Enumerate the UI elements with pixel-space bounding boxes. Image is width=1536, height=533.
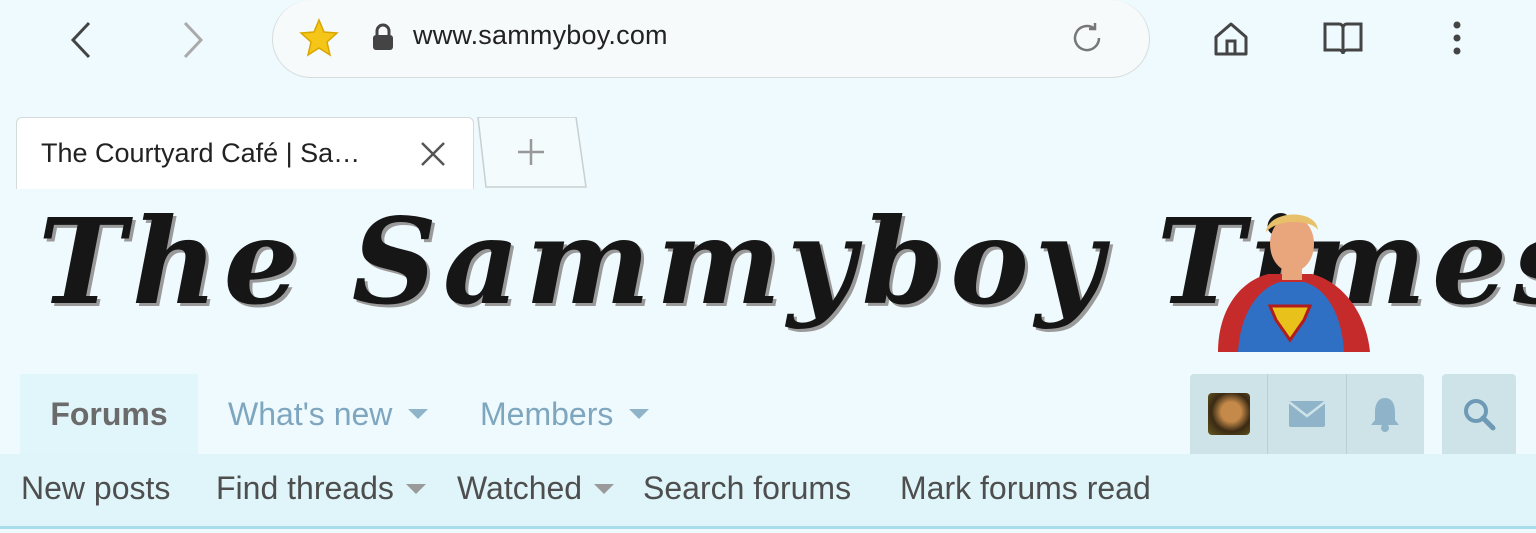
- menu-icon: [1453, 21, 1461, 55]
- mark-forums-read-label: Mark forums read: [900, 470, 1151, 506]
- avatar: [1207, 393, 1250, 435]
- sub-nav: New posts Find threads Watched Search fo…: [0, 454, 1536, 529]
- bookmarks-icon: [1323, 22, 1363, 55]
- menu-button[interactable]: [1432, 16, 1482, 62]
- home-icon: [1214, 22, 1248, 56]
- watched-link[interactable]: Watched: [457, 470, 615, 507]
- forward-icon: [183, 21, 204, 59]
- browser-page: www.sammyboy.com The Courtyard Café | Sa…: [0, 0, 1536, 533]
- account-button[interactable]: [1190, 374, 1269, 454]
- new-posts-link[interactable]: New posts: [21, 470, 170, 507]
- tab-members[interactable]: Members: [480, 374, 650, 454]
- tab-forums[interactable]: Forums: [20, 374, 198, 454]
- close-icon[interactable]: [417, 138, 449, 170]
- address-bar[interactable]: www.sammyboy.com: [272, 0, 1150, 78]
- main-nav: Forums What's new Members: [0, 374, 1536, 454]
- tab-forums-label: Forums: [50, 395, 168, 432]
- lock-icon: [373, 23, 393, 50]
- search-button[interactable]: [1442, 374, 1516, 454]
- envelope-icon: [1288, 401, 1326, 427]
- browser-tab-active[interactable]: The Courtyard Café | Sa…: [16, 117, 474, 189]
- chevron-down-icon[interactable]: [594, 483, 615, 494]
- search-forums-link[interactable]: Search forums: [643, 470, 851, 507]
- watched-label: Watched: [457, 470, 583, 506]
- reload-icon[interactable]: [1069, 20, 1105, 56]
- bookmarks-button[interactable]: [1318, 16, 1368, 62]
- mascot-image: [1218, 214, 1370, 352]
- new-tab-button[interactable]: [476, 117, 588, 189]
- tab-whats-new-label: What's new: [228, 395, 393, 432]
- search-forums-label: Search forums: [643, 470, 852, 506]
- back-icon: [70, 21, 91, 59]
- find-threads-label: Find threads: [216, 470, 394, 506]
- inbox-button[interactable]: [1268, 374, 1347, 454]
- alerts-button[interactable]: [1347, 374, 1424, 454]
- account-controls: [1190, 374, 1424, 454]
- url-text[interactable]: www.sammyboy.com: [413, 20, 668, 51]
- tab-title: The Courtyard Café | Sa…: [41, 138, 361, 168]
- search-icon: [1464, 399, 1496, 431]
- mark-forums-read-link[interactable]: Mark forums read: [900, 470, 1151, 507]
- star-icon[interactable]: [299, 18, 339, 58]
- back-button[interactable]: [52, 10, 112, 70]
- find-threads-link[interactable]: Find threads: [216, 470, 426, 507]
- new-posts-label: New posts: [21, 470, 171, 506]
- site-header: The Sammyboy Times: [0, 188, 1536, 374]
- bell-icon: [1371, 398, 1400, 432]
- chevron-down-icon[interactable]: [408, 409, 429, 419]
- browser-toolbar: www.sammyboy.com: [0, 0, 1536, 100]
- chevron-down-icon[interactable]: [405, 483, 426, 494]
- tab-whats-new[interactable]: What's new: [228, 374, 429, 454]
- forward-button[interactable]: [162, 10, 222, 70]
- home-button[interactable]: [1206, 16, 1256, 62]
- tab-members-label: Members: [480, 395, 614, 432]
- chevron-down-icon[interactable]: [629, 409, 650, 419]
